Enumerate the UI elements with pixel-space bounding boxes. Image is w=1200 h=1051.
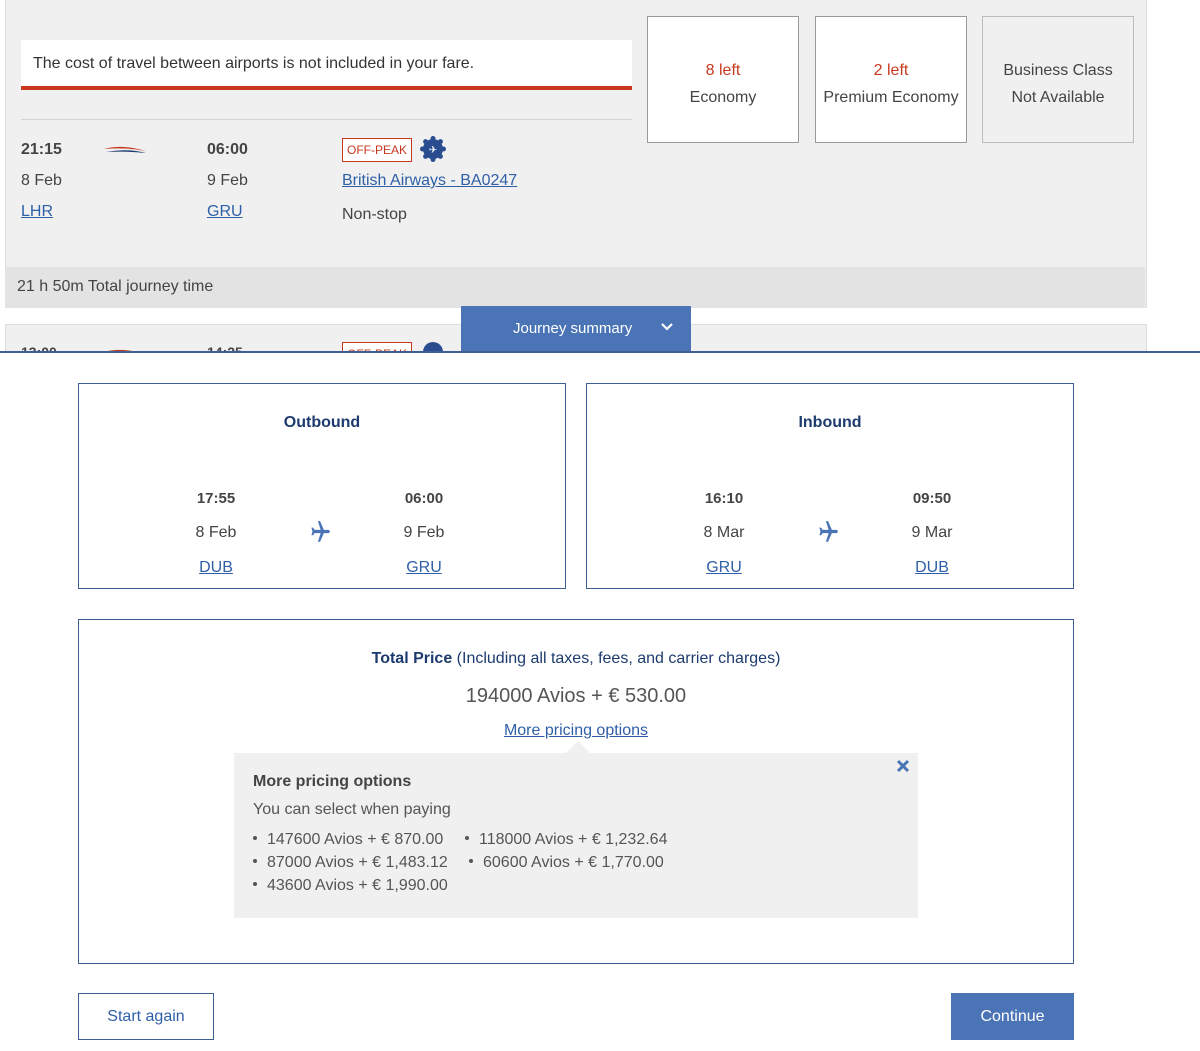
leg-title: Outbound: [283, 414, 361, 431]
cabin-availability: 2 left: [873, 62, 909, 79]
depart-time: 21:15: [21, 141, 62, 158]
journey-summary-label: Journey summary: [513, 320, 633, 337]
total-journey-time: 21 h 50m Total journey time: [5, 267, 1145, 308]
depart-date: 8 Feb: [195, 524, 237, 541]
pricing-option: 87000 Avios + € 1,483.12: [253, 854, 448, 872]
pricing-options-popup: More pricing options You can select when…: [234, 741, 918, 918]
arrive-time: 09:50: [912, 490, 952, 507]
airplane-icon: [819, 521, 838, 542]
depart-airport-link[interactable]: GRU: [664, 559, 784, 577]
depart-time: 16:10: [704, 490, 744, 507]
journey-summary-toggle[interactable]: Journey summary: [461, 306, 691, 353]
pricing-option-label: 87000 Avios + € 1,483.12: [267, 854, 448, 871]
avios-reward-icon: ✈: [420, 136, 446, 162]
more-pricing-options-link[interactable]: More pricing options: [79, 722, 1073, 740]
pricing-option: 118000 Avios + € 1,232.64: [465, 831, 667, 849]
off-peak-badge: OFF-PEAK: [342, 138, 412, 162]
bullet: [465, 835, 469, 840]
cabin-name: Premium Economy: [823, 89, 959, 106]
cabin-name: Economy: [689, 89, 757, 106]
total-price-note: (Including all taxes, fees, and carrier …: [452, 650, 781, 667]
depart-date: 8 Mar: [703, 524, 745, 541]
journey-summary-panel: Outbound 17:55 8 Feb DUB 06:00 9 Feb GRU…: [0, 353, 1200, 1051]
pricing-option: 43600 Avios + € 1,990.00: [253, 877, 448, 895]
flight-number-link[interactable]: British Airways - BA0247: [342, 172, 517, 190]
pricing-option-label: 118000 Avios + € 1,232.64: [479, 831, 668, 848]
flight-results: The cost of travel between airports is n…: [0, 0, 1200, 352]
total-price-box: Total Price (Including all taxes, fees, …: [78, 619, 1074, 964]
popup-title: More pricing options: [253, 773, 412, 790]
pricing-option: 60600 Avios + € 1,770.00: [469, 854, 664, 872]
cabin-availability: 8 left: [705, 62, 741, 79]
total-price-heading: Total Price: [371, 650, 453, 667]
arrive-time: 06:00: [207, 141, 248, 158]
arrive-date: 9 Feb: [207, 172, 248, 189]
cabin-availability: Business Class: [1003, 62, 1113, 79]
bullet: [253, 835, 257, 840]
continue-button[interactable]: Continue: [951, 993, 1074, 1040]
depart-date: 8 Feb: [21, 172, 62, 189]
airplane-icon: [311, 521, 330, 542]
pricing-option: 147600 Avios + € 870.00: [253, 831, 443, 849]
arrive-airport-link[interactable]: GRU: [364, 559, 484, 577]
depart-time: 17:55: [196, 490, 236, 507]
pricing-option-label: 60600 Avios + € 1,770.00: [483, 854, 664, 871]
start-again-button[interactable]: Start again: [78, 993, 214, 1040]
bullet: [253, 881, 257, 886]
cabin-premium-economy[interactable]: 2 left Premium Economy: [815, 16, 967, 143]
cabin-business: Business Class Not Available: [982, 16, 1134, 143]
more-pricing-options-label: More pricing options: [503, 722, 649, 739]
svg-text:✈: ✈: [429, 145, 437, 156]
total-price-value: 194000 Avios + € 530.00: [465, 685, 687, 707]
leg-title: Inbound: [798, 414, 862, 431]
popup-arrow: [566, 741, 590, 753]
pricing-option-label: 147600 Avios + € 870.00: [267, 831, 444, 848]
depart-airport-link[interactable]: LHR: [21, 203, 53, 221]
close-icon[interactable]: [895, 758, 911, 774]
british-airways-logo-icon: [104, 146, 146, 153]
pricing-option-label: 43600 Avios + € 1,990.00: [267, 877, 448, 894]
popup-subtitle: You can select when paying: [253, 801, 451, 818]
depart-airport-link[interactable]: DUB: [156, 559, 276, 577]
bullet: [253, 858, 257, 863]
cabin-name: Not Available: [1011, 89, 1105, 106]
outbound-leg: Outbound 17:55 8 Feb DUB 06:00 9 Feb GRU: [78, 383, 566, 589]
chevron-down-icon: [661, 323, 673, 331]
total-price-label: Total Price (Including all taxes, fees, …: [79, 650, 1073, 668]
stops-label: Non-stop: [342, 206, 407, 223]
arrive-date: 9 Mar: [911, 524, 953, 541]
airport-notice: The cost of travel between airports is n…: [21, 40, 632, 90]
arrive-airport-link[interactable]: GRU: [207, 203, 243, 221]
cabin-economy[interactable]: 8 left Economy: [647, 16, 799, 143]
bullet: [469, 858, 473, 863]
arrive-time: 06:00: [404, 490, 444, 507]
inbound-leg: Inbound 16:10 8 Mar GRU 09:50 9 Mar DUB: [586, 383, 1074, 589]
divider: [21, 119, 632, 120]
arrive-date: 9 Feb: [403, 524, 445, 541]
arrive-airport-link[interactable]: DUB: [872, 559, 992, 577]
